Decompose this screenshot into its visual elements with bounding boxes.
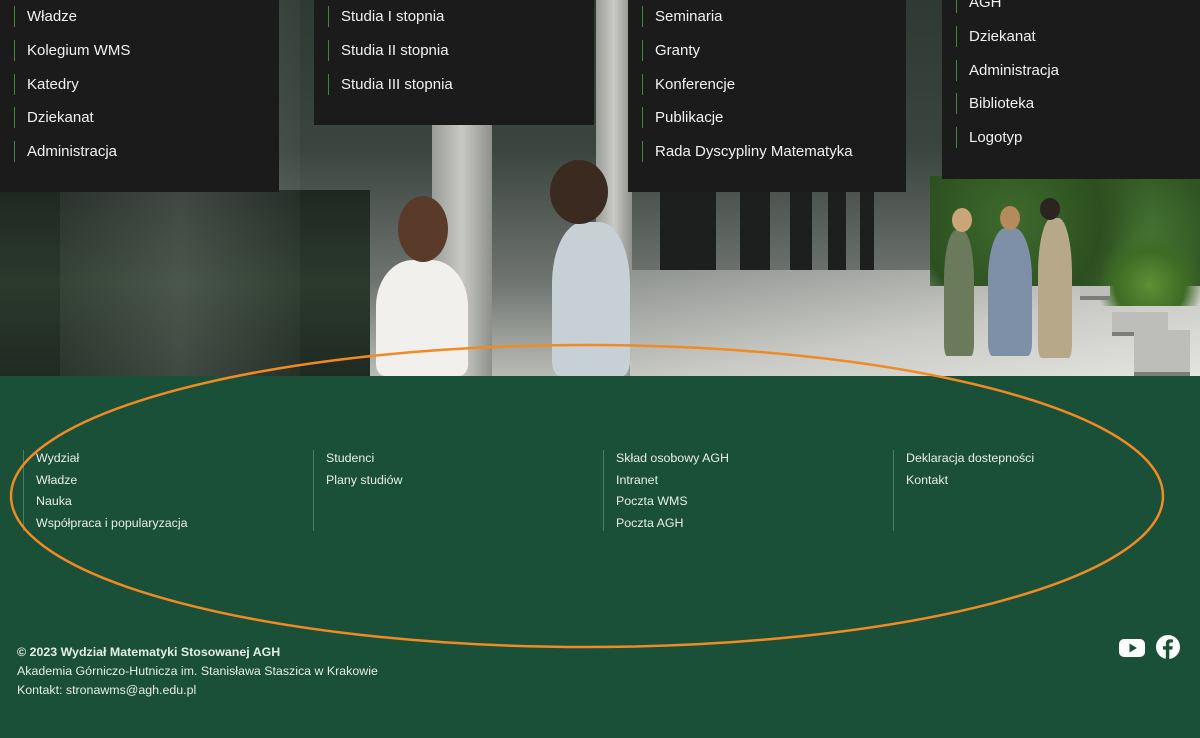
menu-item[interactable]: Studia III stopnia [328, 73, 594, 95]
menu-item[interactable]: Dziekanat [956, 25, 1200, 47]
footer-column: Skład osobowy AGH Intranet Poczta WMS Po… [603, 450, 893, 531]
menu-item[interactable]: Publikacje [642, 107, 906, 129]
footer-link[interactable]: Kontakt [906, 472, 1183, 489]
menu-panel-nauka: Seminaria Granty Konferencje Publikacje … [628, 0, 906, 192]
menu-item[interactable]: Rada Dyscypliny Matematyka [642, 141, 906, 163]
menu-panel-studia: Studia I stopnia Studia II stopnia Studi… [314, 0, 594, 125]
menu-item[interactable]: Konferencje [642, 73, 906, 95]
facebook-icon[interactable] [1155, 634, 1181, 660]
footer-link[interactable]: Skład osobowy AGH [616, 450, 893, 467]
copyright-block: © 2023 Wydział Matematyki Stosowanej AGH… [17, 643, 378, 700]
menu-item[interactable]: Granty [642, 39, 906, 61]
footer-column: Deklaracja dostepności Kontakt [893, 450, 1183, 531]
menu-item[interactable]: Władze [14, 6, 279, 27]
footer-column: Studenci Plany studiów [313, 450, 603, 531]
menu-item[interactable]: Administracja [956, 59, 1200, 81]
menu-item[interactable]: Biblioteka [956, 93, 1200, 115]
menu-item[interactable]: Dziekanat [14, 107, 279, 129]
footer-link[interactable]: Studenci [326, 450, 603, 467]
menu-panel-agh: AGH Dziekanat Administracja Biblioteka L… [942, 0, 1200, 179]
university-name: Akademia Górniczo-Hutnicza im. Stanisław… [17, 664, 378, 678]
footer-link[interactable]: Deklaracja dostepności [906, 450, 1183, 467]
menu-panel-wydzial: Władze Kolegium WMS Katedry Dziekanat Ad… [0, 0, 279, 192]
menu-item[interactable]: AGH [956, 0, 1200, 13]
footer-link[interactable]: Współpraca i popularyzacja [36, 515, 313, 532]
menu-item[interactable]: Seminaria [642, 6, 906, 27]
menu-item[interactable]: Studia I stopnia [328, 6, 594, 27]
copyright-text: © 2023 Wydział Matematyki Stosowanej AGH [17, 645, 281, 659]
footer-link[interactable]: Wydział [36, 450, 313, 467]
footer-links: Wydział Władze Nauka Współpraca i popula… [23, 450, 1183, 531]
menu-item[interactable]: Kolegium WMS [14, 39, 279, 61]
contact-email: Kontakt: stronawms@agh.edu.pl [17, 683, 197, 697]
footer-link[interactable]: Poczta WMS [616, 493, 893, 510]
footer-column: Wydział Władze Nauka Współpraca i popula… [23, 450, 313, 531]
footer-link[interactable]: Nauka [36, 493, 313, 510]
menu-item[interactable]: Administracja [14, 141, 279, 163]
menu-item[interactable]: Logotyp [956, 127, 1200, 149]
menu-item[interactable]: Katedry [14, 73, 279, 95]
footer-link[interactable]: Plany studiów [326, 472, 603, 489]
footer-link[interactable]: Intranet [616, 472, 893, 489]
menu-item[interactable]: Studia II stopnia [328, 39, 594, 61]
footer-link[interactable]: Władze [36, 472, 313, 489]
youtube-icon[interactable] [1118, 634, 1146, 662]
footer-link[interactable]: Poczta AGH [616, 515, 893, 532]
